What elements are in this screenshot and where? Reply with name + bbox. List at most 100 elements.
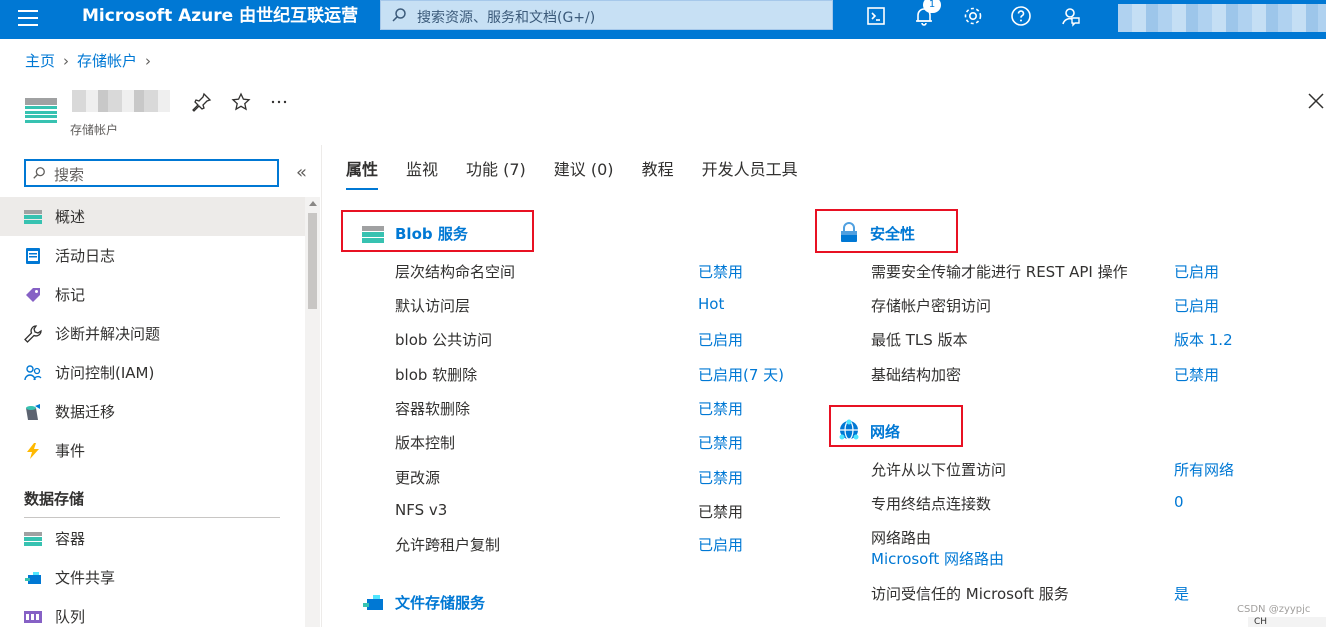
notification-badge: 1 [923, 0, 941, 13]
breadcrumb-home[interactable]: 主页 [25, 52, 55, 70]
security-prop-value[interactable]: 版本 1.2 [1174, 329, 1233, 350]
tab-tutorials[interactable]: 教程 [642, 156, 674, 190]
sidebar-item-label: 诊断并解决问题 [55, 325, 161, 343]
tab-capabilities[interactable]: 功能 (7) [466, 156, 526, 190]
sidebar-item-file-shares[interactable]: 文件共享 [0, 558, 305, 597]
scrollbar-thumb[interactable] [308, 213, 317, 309]
container-icon [24, 531, 42, 546]
security-prop-value[interactable]: 已启用 [1174, 295, 1219, 316]
activity-log-icon [26, 247, 40, 264]
tag-icon [26, 287, 40, 302]
star-icon[interactable] [231, 92, 251, 112]
file-service-icon [363, 595, 383, 610]
blob-prop-value[interactable]: 已禁用 [698, 467, 743, 488]
network-prop-value[interactable]: 所有网络 [1174, 459, 1234, 480]
blob-section-title[interactable]: Blob 服务 [395, 223, 468, 244]
security-section-title[interactable]: 安全性 [870, 223, 915, 244]
sidebar-item-label: 访问控制(IAM) [55, 364, 155, 382]
sidebar-item-overview[interactable]: 概述 [0, 197, 305, 236]
brand-title[interactable]: Microsoft Azure 由世纪互联运营 [82, 6, 358, 26]
blob-prop-label: blob 软删除 [395, 366, 478, 384]
more-icon[interactable] [269, 92, 289, 112]
blob-prop-value[interactable]: 已启用 [698, 329, 743, 350]
blob-prop-label: 允许跨租户复制 [395, 536, 501, 554]
sidebar-item-label: 事件 [55, 442, 86, 460]
data-migration-icon [26, 403, 40, 420]
blob-prop-value[interactable]: 已启用(7 天) [698, 364, 784, 385]
breadcrumb-storage-accounts[interactable]: 存储帐户 [77, 52, 137, 70]
tab-recommendations[interactable]: 建议 (0) [554, 156, 614, 190]
blob-prop-value[interactable]: 已禁用 [698, 398, 743, 419]
network-trusted-label: 访问受信任的 Microsoft 服务 [871, 585, 1069, 603]
scroll-up-icon[interactable] [309, 201, 317, 206]
security-prop-label: 需要安全传输才能进行 REST API 操作 [871, 263, 1128, 281]
search-icon [392, 8, 406, 22]
chevron-right-icon: › [145, 52, 152, 70]
lightning-icon [27, 442, 39, 459]
tab-properties[interactable]: 属性 [346, 156, 379, 190]
sidebar-item-label: 数据迁移 [55, 403, 116, 421]
sidebar-nav-data-storage: 容器 文件共享 队列 [0, 519, 305, 636]
search-icon [33, 167, 45, 179]
network-prop-value[interactable]: 0 [1174, 493, 1184, 511]
sidebar-item-label: 活动日志 [55, 247, 116, 265]
network-routing-label: 网络路由 [871, 529, 932, 547]
sidebar-item-label: 容器 [55, 530, 86, 548]
search-placeholder: 搜索资源、服务和文档(G+/) [417, 10, 596, 26]
blob-prop-value[interactable]: 已启用 [698, 534, 743, 555]
file-section-title[interactable]: 文件存储服务 [395, 592, 485, 613]
close-icon[interactable] [1307, 92, 1325, 110]
blob-prop-label: 更改源 [395, 469, 441, 487]
taskbar-language[interactable]: CH [1248, 617, 1326, 627]
sidebar-item-label: 队列 [55, 608, 86, 626]
blob-prop-value: 已禁用 [698, 503, 744, 521]
wrench-icon [24, 324, 42, 343]
tab-developer-tools[interactable]: 开发人员工具 [702, 156, 798, 190]
sidebar-item-diagnose[interactable]: 诊断并解决问题 [0, 314, 305, 353]
blob-prop-label: 容器软删除 [395, 400, 471, 418]
tab-monitoring[interactable]: 监视 [406, 156, 438, 190]
menu-icon[interactable] [18, 10, 38, 28]
global-search-input[interactable]: 搜索资源、服务和文档(G+/) [380, 0, 833, 30]
network-prop-label: 允许从以下位置访问 [871, 461, 1007, 479]
collapse-nav-button[interactable]: « [296, 162, 307, 183]
sidebar-item-data-migration[interactable]: 数据迁移 [0, 392, 305, 431]
network-trusted-value[interactable]: 是 [1174, 583, 1189, 604]
people-icon [24, 364, 42, 380]
panel-divider [321, 145, 322, 627]
blob-prop-value[interactable]: 已禁用 [698, 261, 743, 282]
security-prop-label: 最低 TLS 版本 [871, 331, 968, 349]
security-prop-value[interactable]: 已启用 [1174, 261, 1219, 282]
sidebar-item-iam[interactable]: 访问控制(IAM) [0, 353, 305, 392]
nav-group-divider [24, 517, 280, 518]
sidebar-item-tags[interactable]: 标记 [0, 275, 305, 314]
breadcrumb: 主页 › 存储帐户 › [25, 50, 159, 71]
security-prop-value[interactable]: 已禁用 [1174, 364, 1219, 385]
blob-prop-value[interactable]: Hot [698, 295, 724, 313]
gear-icon[interactable] [961, 4, 985, 28]
tab-bar: 属性 监视 功能 (7) 建议 (0) 教程 开发人员工具 [346, 156, 826, 190]
pin-icon[interactable] [192, 92, 212, 112]
feedback-icon[interactable] [1058, 4, 1082, 28]
sidebar-item-containers[interactable]: 容器 [0, 519, 305, 558]
storage-account-icon [25, 98, 57, 123]
sidebar-item-label: 文件共享 [55, 569, 116, 587]
blob-prop-value[interactable]: 已禁用 [698, 432, 743, 453]
sidebar-item-activity-log[interactable]: 活动日志 [0, 236, 305, 275]
account-menu[interactable] [1118, 4, 1326, 32]
network-section-title[interactable]: 网络 [870, 421, 900, 442]
sidebar-scrollbar[interactable] [305, 197, 320, 627]
network-prop-label: 专用终结点连接数 [871, 495, 992, 513]
cloud-shell-icon[interactable] [864, 4, 888, 28]
network-routing-link[interactable]: Microsoft 网络路由 [871, 548, 1004, 569]
blob-service-icon [362, 226, 384, 243]
nav-search-input[interactable]: 搜索 [24, 159, 279, 187]
top-bar: Microsoft Azure 由世纪互联运营 搜索资源、服务和文档(G+/) … [0, 0, 1326, 39]
lock-icon [841, 222, 857, 242]
security-prop-label: 基础结构加密 [871, 366, 962, 384]
sidebar-item-queues[interactable]: 队列 [0, 597, 305, 636]
help-icon[interactable] [1009, 4, 1033, 28]
queue-icon [24, 610, 42, 623]
sidebar-item-label: 标记 [55, 286, 86, 304]
sidebar-item-events[interactable]: 事件 [0, 431, 305, 470]
